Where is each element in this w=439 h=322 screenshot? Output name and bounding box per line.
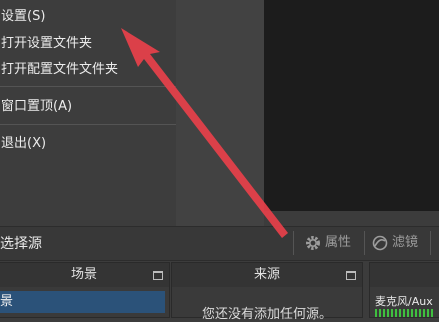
preview-canvas[interactable] xyxy=(264,0,439,211)
gear-icon xyxy=(306,235,320,250)
audio-mixer-dock: 麦克风/Aux xyxy=(369,262,439,318)
menu-item-always-on-top[interactable]: 窗口置顶(A) xyxy=(0,96,176,118)
filter-icon xyxy=(372,235,388,250)
filters-label: 滤镜 xyxy=(392,235,419,250)
menu-item-open-profile-folder[interactable]: 打开配置文件文件夹 xyxy=(0,59,176,81)
menu-divider xyxy=(0,86,176,87)
toolbar-divider xyxy=(293,231,294,255)
filters-button[interactable]: 滤镜 xyxy=(371,232,418,254)
sources-dock: 来源 您还没有添加任何源。 xyxy=(171,262,363,322)
volume-meter xyxy=(375,309,439,317)
properties-label: 属性 xyxy=(325,235,352,250)
tools-menu: 设置(S) 打开设置文件夹 打开配置文件文件夹 窗口置顶(A) 退出(X) xyxy=(0,0,177,220)
scenes-dock: 场景 景 xyxy=(0,262,170,318)
menu-item-settings[interactable]: 设置(S) xyxy=(0,6,176,28)
toolbar-divider xyxy=(430,231,431,255)
no-source-selected-label: 选择源 xyxy=(0,236,42,252)
sources-dock-title: 来源 xyxy=(253,267,280,282)
undock-icon[interactable] xyxy=(153,271,163,280)
menu-item-exit[interactable]: 退出(X) xyxy=(0,133,176,155)
scenes-dock-title: 场景 xyxy=(70,267,97,282)
undock-icon[interactable] xyxy=(346,271,356,280)
properties-button[interactable]: 属性 xyxy=(304,232,351,254)
mixer-dock-header xyxy=(370,263,439,287)
scene-list-item[interactable]: 景 xyxy=(0,291,165,313)
sources-empty-message: 您还没有添加任何源。 xyxy=(201,307,332,322)
source-toolbar: 选择源 属性 滤镜 xyxy=(0,226,439,261)
scenes-dock-header: 场景 xyxy=(0,263,169,287)
preview-border xyxy=(176,0,264,226)
mixer-channel-label: 麦克风/Aux xyxy=(375,295,433,308)
sources-dock-header: 来源 xyxy=(172,263,362,287)
toolbar-divider xyxy=(364,231,365,255)
menu-divider xyxy=(0,124,176,125)
menu-item-open-settings-folder[interactable]: 打开设置文件夹 xyxy=(0,33,176,55)
